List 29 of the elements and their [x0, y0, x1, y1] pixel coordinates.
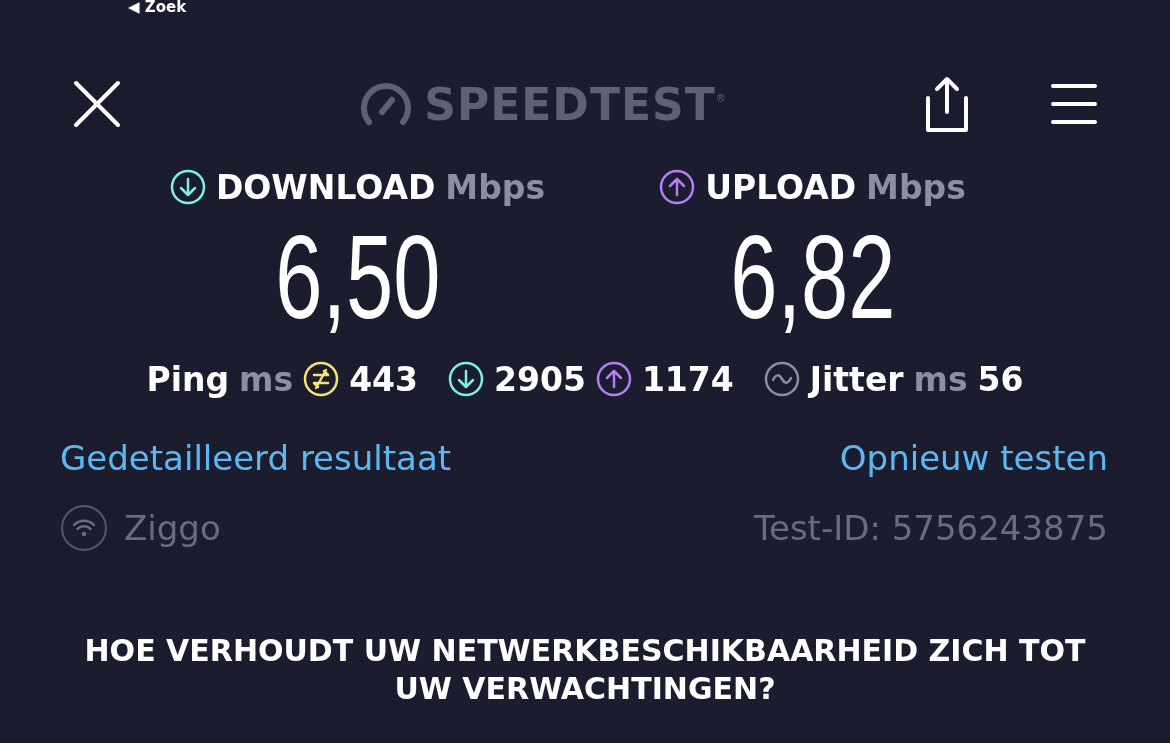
unit-label: Mbps — [445, 167, 546, 207]
result-label: UPLOAD — [705, 167, 857, 207]
retest-link[interactable]: Opnieuw testen — [839, 438, 1108, 478]
unit-label: Mbps — [866, 167, 966, 207]
speed-value: 6,82 — [729, 212, 896, 342]
download-latency: 2905 — [494, 359, 586, 399]
ping-label: Ping — [146, 359, 230, 399]
test-id: Test-ID: 5756243875 — [754, 508, 1108, 548]
result-label: DOWNLOAD — [215, 167, 436, 207]
jitter-value: 56 — [977, 359, 1024, 399]
jitter-icon — [763, 361, 800, 397]
wifi-icon — [60, 504, 108, 552]
speedometer-icon — [360, 82, 413, 126]
ping-icon — [303, 361, 340, 397]
unit-label: ms — [913, 359, 968, 399]
close-button[interactable] — [72, 79, 122, 129]
registered-mark: ® — [715, 92, 726, 104]
jitter-label: Jitter — [809, 359, 904, 399]
detailed-result-link[interactable]: Gedetailleerd resultaat — [60, 438, 452, 478]
speed-value: 6,50 — [274, 212, 441, 342]
ping-value: 443 — [349, 359, 419, 399]
unit-label: ms — [239, 359, 294, 399]
back-link[interactable]: ◀ Zoek — [128, 0, 187, 14]
logo-text: SPEEDTEST — [424, 78, 716, 130]
upload-latency: 1174 — [641, 359, 734, 399]
provider-name: Ziggo — [124, 508, 221, 548]
survey-question: HOE VERHOUDT UW NETWERKBESCHIKBAARHEID ZICH TOT UW VERWACHTINGEN? — [83, 632, 1087, 708]
share-button[interactable] — [924, 76, 970, 132]
menu-button[interactable] — [1050, 82, 1098, 126]
